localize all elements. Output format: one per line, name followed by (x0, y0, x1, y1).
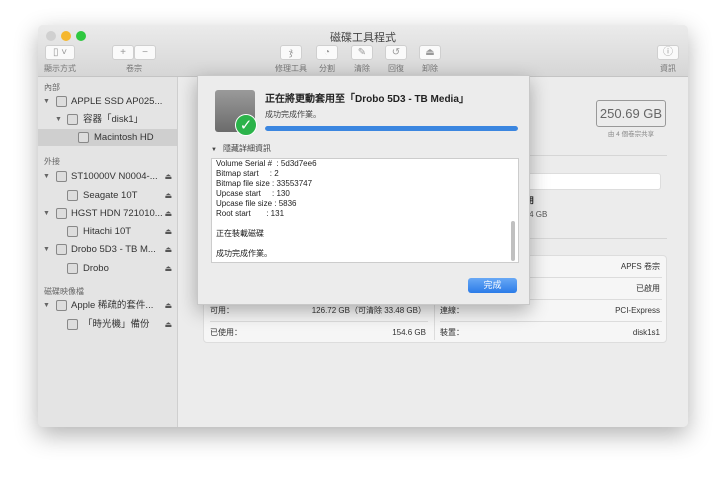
checkmark-icon: ✓ (235, 114, 257, 136)
unmount-label: 卸除 (422, 64, 438, 73)
erase-label: 清除 (354, 64, 370, 73)
apply-changes-sheet: ✓ 正在將更動套用至「Drobo 5D3 - TB Media」 成功完成作業。… (197, 75, 530, 305)
log-line: 正在裝載磁碟 (216, 229, 264, 238)
sidebar-item-drobo-5d3[interactable]: ▼ Drobo 5D3 - TB M... ⏏ (38, 241, 178, 258)
unmount-icon: ⏏ (425, 47, 435, 58)
capacity-box: 250.69 GB (596, 100, 666, 127)
add-volume-button[interactable]: + (112, 45, 134, 60)
restore-icon: ↺ (391, 47, 401, 58)
restore-button[interactable]: ↺ (385, 45, 407, 60)
eject-icon: ⏏ (164, 191, 172, 200)
sidebar-item-time-machine[interactable]: 「時光機」備份 ⏏ (38, 316, 178, 333)
sidebar-item-container[interactable]: ▼ 容器「disk1」 (38, 111, 178, 128)
sidebar: 內部 ▼ APPLE SSD AP025... ▼ 容器「disk1」 Macint… (38, 77, 178, 427)
sidebar-item-macintosh-hd[interactable]: Macintosh HD (38, 129, 178, 146)
first-aid-label: 修理工具 (275, 64, 307, 73)
erase-icon: ✎ (357, 47, 367, 58)
section-internal: 內部 (44, 83, 60, 92)
info-icon: ⓘ (663, 47, 673, 58)
titlebar: 磁碟工具程式 ▯ ˅ 顯示方式 + − 卷宗 ჯ 修理工具 ◔ 分割 ✎ 清除 … (38, 25, 688, 77)
eject-icon: ⏏ (164, 245, 172, 254)
sidebar-item-apple-ssd[interactable]: ▼ APPLE SSD AP025... (38, 93, 178, 110)
partition-label: 分割 (319, 64, 335, 73)
sidebar-item-drobo[interactable]: Drobo ⏏ (38, 260, 178, 277)
partition-button[interactable]: ◔ (316, 45, 338, 60)
eject-icon: ⏏ (164, 172, 172, 181)
sidebar-item-hitachi[interactable]: Hitachi 10T ⏏ (38, 223, 178, 240)
sidebar-item-st10000[interactable]: ▼ ST10000V N0004-... ⏏ (38, 168, 178, 185)
window-title: 磁碟工具程式 (330, 32, 396, 44)
details-log[interactable]: Volume Serial # : 5d3d7ee6 Bitmap start … (211, 158, 519, 263)
progress-bar (265, 126, 518, 131)
view-button[interactable]: ▯ ˅ (45, 45, 75, 60)
table-row: 裝置： disk1s1 (440, 328, 660, 337)
view-label: 顯示方式 (44, 64, 76, 73)
sidebar-item-seagate[interactable]: Seagate 10T ⏏ (38, 187, 178, 204)
sheet-title: 正在將更動套用至「Drobo 5D3 - TB Media」 (265, 94, 469, 105)
log-line: Bitmap start : 2 (216, 169, 279, 178)
volume-label: 卷宗 (126, 64, 142, 73)
eject-icon: ⏏ (164, 301, 172, 310)
info-label: 資訊 (660, 64, 676, 73)
eject-icon: ⏏ (164, 264, 172, 273)
sheet-status: 成功完成作業。 (265, 110, 321, 119)
log-line: 成功完成作業。 (216, 249, 272, 258)
done-button[interactable]: 完成 (468, 278, 517, 293)
sidebar-item-hgst[interactable]: ▼ HGST HDN 721010... ⏏ (38, 205, 178, 222)
section-external: 外接 (44, 157, 60, 166)
log-line: Bitmap file size : 33553747 (216, 179, 313, 188)
restore-label: 回復 (388, 64, 404, 73)
shared-label: 由 4 個卷宗共享 (607, 131, 655, 138)
sidebar-icon: ▯ ˅ (52, 47, 68, 58)
erase-button[interactable]: ✎ (351, 45, 373, 60)
eject-icon: ⏏ (164, 320, 172, 329)
eject-icon: ⏏ (164, 227, 172, 236)
log-line: Root start : 131 (216, 209, 285, 218)
section-disk-images: 磁碟映像檔 (44, 287, 84, 296)
pie-icon: ◔ (323, 47, 331, 58)
table-row: 已使用： 154.6 GB (210, 328, 426, 337)
log-line: Upcase start : 130 (216, 189, 290, 198)
first-aid-button[interactable]: ჯ (280, 45, 302, 60)
hide-details-toggle[interactable]: ▼ 隱藏詳細資訊 (211, 143, 271, 154)
stethoscope-icon: ჯ (288, 47, 294, 58)
eject-icon: ⏏ (164, 209, 172, 218)
remove-volume-button[interactable]: − (134, 45, 156, 60)
disclosure-triangle-icon: ▼ (211, 147, 217, 153)
unmount-button[interactable]: ⏏ (419, 45, 441, 60)
log-line: Volume Serial # : 5d3d7ee6 (216, 159, 317, 168)
log-line: Upcase file size : 5836 (216, 199, 297, 208)
info-button[interactable]: ⓘ (657, 45, 679, 60)
sidebar-item-apple-sparse[interactable]: ▼ Apple 稀疏的套件... ⏏ (38, 297, 178, 314)
scrollbar[interactable] (511, 221, 515, 261)
